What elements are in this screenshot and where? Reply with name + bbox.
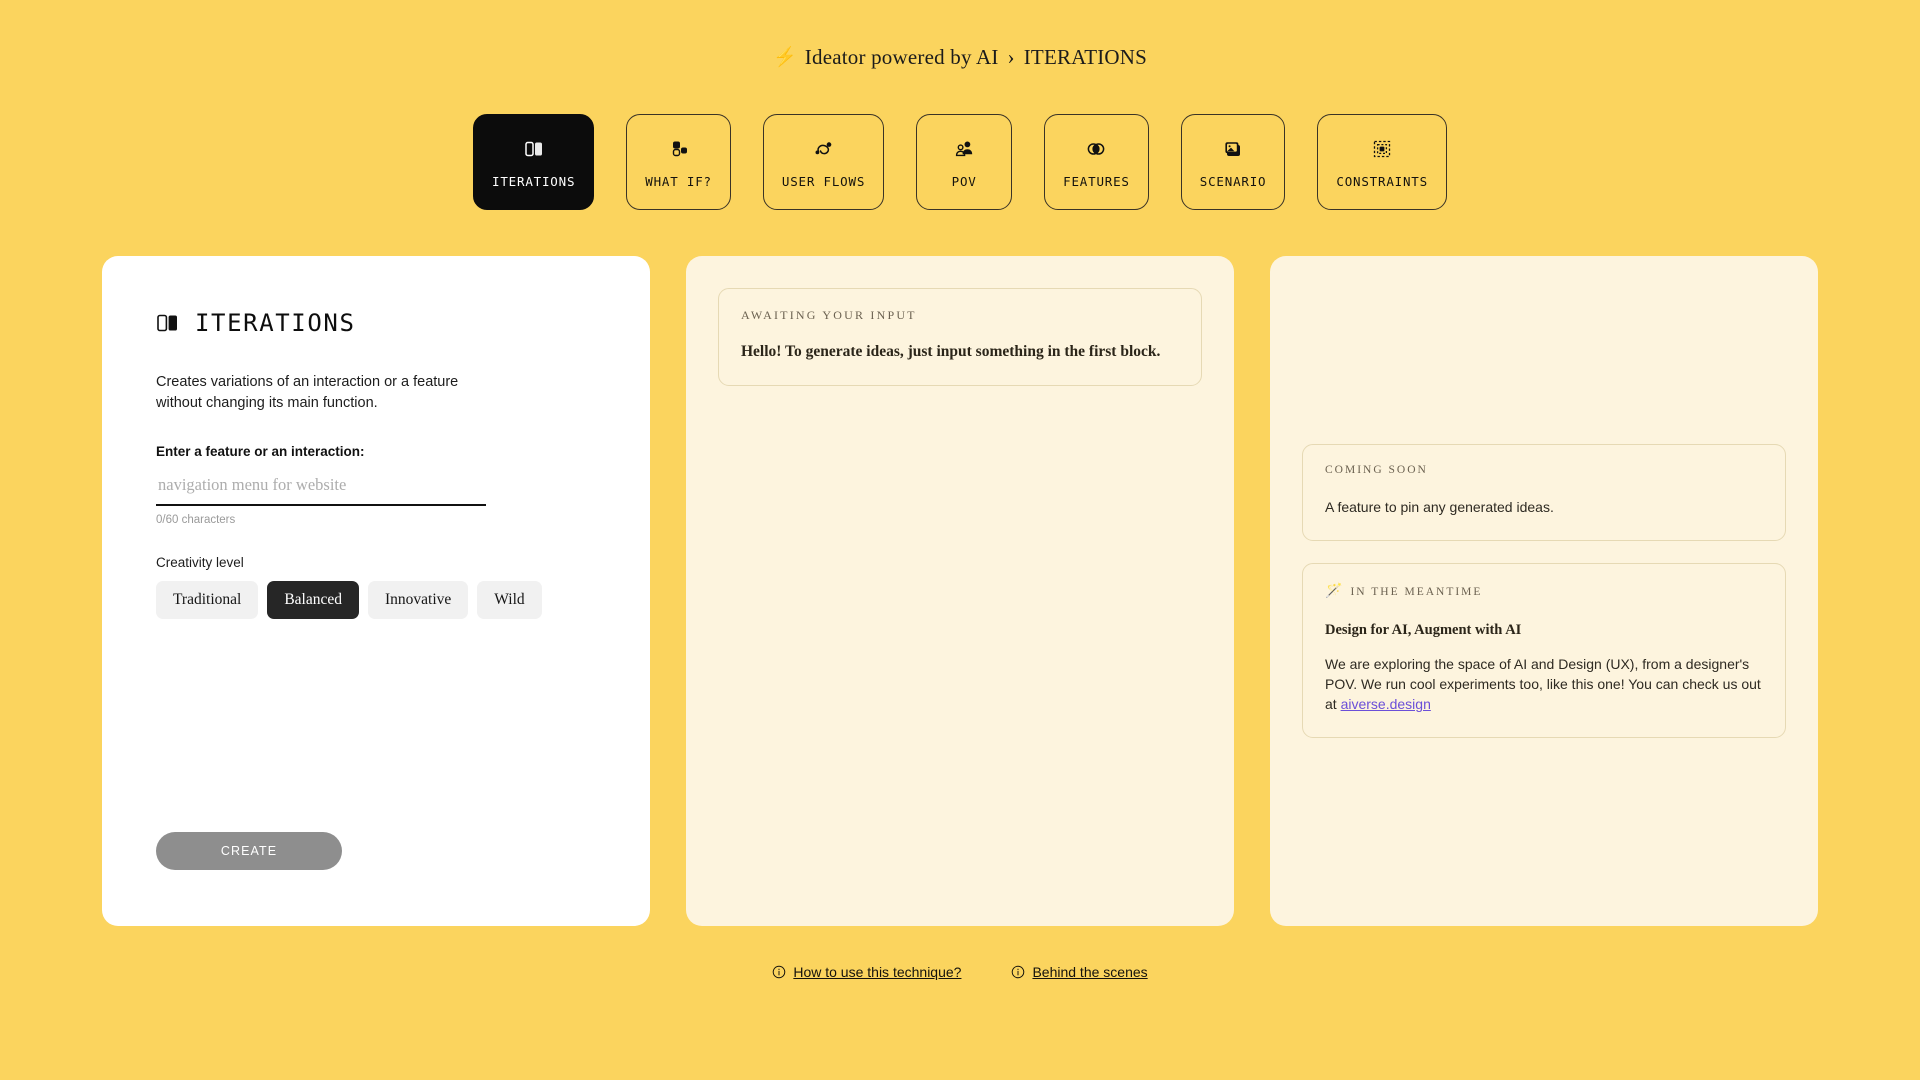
two-panels-icon: [521, 136, 547, 162]
creativity-option-innovative[interactable]: Innovative: [368, 581, 469, 619]
technique-description: Creates variations of an interaction or …: [156, 374, 459, 412]
character-counter: 0/60 characters: [156, 514, 236, 527]
card-body: A feature to pin any generated ideas.: [1325, 499, 1554, 516]
workspace-columns: ITERATIONS Creates variations of an inte…: [102, 256, 1818, 926]
app-header: ⚡ Ideator powered by AI › ITERATIONS: [773, 44, 1147, 70]
create-button[interactable]: CREATE: [156, 832, 342, 870]
tab-pov[interactable]: POV: [916, 114, 1013, 210]
footer-link-label: How to use this technique?: [793, 964, 962, 980]
breadcrumb-separator: ›: [1007, 44, 1015, 69]
card-eyebrow-row: 🪄 IN THE MEANTIME: [1325, 583, 1763, 600]
tab-user-flows[interactable]: USER FLOWS: [762, 114, 885, 210]
tab-label: WHAT IF?: [645, 173, 712, 189]
tab-features[interactable]: FEATURES: [1044, 114, 1149, 210]
tab-label: SCENARIO: [1199, 173, 1267, 189]
tab-label: FEATURES: [1063, 173, 1130, 189]
tab-label: ITERATIONS: [492, 173, 576, 189]
crop-frame-icon: [1369, 136, 1395, 162]
tab-iterations[interactable]: ITERATIONS: [473, 114, 595, 210]
flow-nodes-icon: [811, 136, 837, 162]
creativity-level-group: Traditional Balanced Innovative Wild: [156, 581, 596, 619]
in-the-meantime-card: 🪄 IN THE MEANTIME Design for AI, Augment…: [1302, 563, 1786, 738]
card-message: Hello! To generate ideas, just input som…: [741, 343, 1161, 360]
creativity-option-traditional[interactable]: Traditional: [156, 581, 259, 619]
creativity-option-balanced[interactable]: Balanced: [267, 581, 359, 619]
tab-label: CONSTRAINTS: [1336, 173, 1428, 189]
input-field-label: Enter a feature or an interaction:: [156, 444, 365, 460]
info-circle-icon: [1011, 965, 1025, 979]
lightning-bolt-icon: ⚡: [772, 46, 797, 68]
coming-soon-card: COMING SOON A feature to pin any generat…: [1302, 444, 1786, 542]
two-panels-icon: [156, 310, 182, 336]
how-to-use-link[interactable]: How to use this technique?: [772, 964, 961, 980]
tab-label: USER FLOWS: [781, 173, 866, 189]
persons-icon: [951, 136, 977, 162]
magic-wand-icon: 🪄: [1325, 584, 1343, 600]
info-circle-icon: [772, 965, 786, 979]
page-title: ITERATIONS: [195, 309, 356, 337]
creativity-option-wild[interactable]: Wild: [477, 581, 542, 619]
tab-constraints[interactable]: CONSTRAINTS: [1317, 114, 1447, 210]
scatter-blocks-icon: [666, 136, 692, 162]
panel-title-row: ITERATIONS: [156, 310, 596, 336]
image-stack-icon: [1220, 136, 1246, 162]
footer-link-label: Behind the scenes: [1032, 964, 1148, 980]
behind-the-scenes-link[interactable]: Behind the scenes: [1011, 964, 1148, 980]
tab-scenario[interactable]: SCENARIO: [1180, 114, 1286, 210]
feature-input[interactable]: [156, 471, 486, 507]
create-button-row: CREATE: [156, 832, 596, 926]
aiverse-link[interactable]: aiverse.design: [1341, 696, 1431, 712]
app-root: ⚡ Ideator powered by AI › ITERATIONS ITE…: [0, 0, 1920, 1080]
technique-tab-bar: ITERATIONS WHAT IF? USER FLOWS POV FEATU…: [473, 114, 1447, 210]
tab-label: POV: [951, 173, 977, 189]
card-eyebrow: COMING SOON: [1325, 464, 1428, 477]
card-heading: Design for AI, Augment with AI: [1325, 622, 1522, 639]
footer-links: How to use this technique? Behind the sc…: [772, 964, 1148, 980]
output-panel: AWAITING YOUR INPUT Hello! To generate i…: [686, 256, 1234, 926]
info-panel: COMING SOON A feature to pin any generat…: [1270, 256, 1818, 926]
awaiting-input-card: AWAITING YOUR INPUT Hello! To generate i…: [718, 288, 1202, 386]
card-eyebrow-label: IN THE MEANTIME: [1350, 585, 1483, 598]
card-eyebrow: AWAITING YOUR INPUT: [741, 308, 917, 322]
card-body: We are exploring the space of AI and Des…: [1325, 655, 1763, 715]
overlap-circles-icon: [1083, 136, 1109, 162]
creativity-level-label: Creativity level: [156, 555, 244, 571]
brand-title: Ideator powered by AI: [804, 44, 999, 69]
input-panel: ITERATIONS Creates variations of an inte…: [102, 256, 650, 926]
tab-what-if[interactable]: WHAT IF?: [626, 114, 731, 210]
breadcrumb-current: ITERATIONS: [1023, 44, 1148, 69]
